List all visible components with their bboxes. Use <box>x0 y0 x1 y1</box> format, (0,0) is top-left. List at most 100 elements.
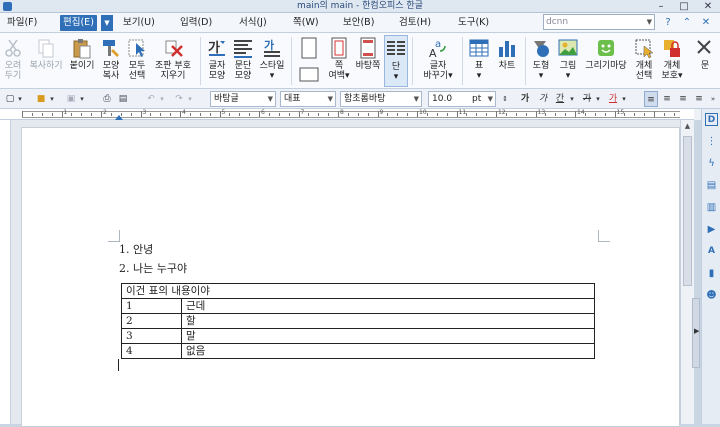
master-page-button[interactable]: 바탕쪽 <box>353 35 383 87</box>
paste-button[interactable]: 붙이기 <box>66 35 98 87</box>
font-size-field[interactable]: 10.0 pt ▼ <box>428 91 496 107</box>
align-justify-icon[interactable]: ≡ <box>644 91 658 107</box>
columns-button[interactable]: 단 ▾ <box>384 35 408 87</box>
open-folder-icon[interactable]: ■ <box>34 91 48 107</box>
undo-dropdown[interactable]: ▾ <box>158 91 166 107</box>
select-all-button[interactable]: 모두 선택 <box>124 35 150 87</box>
object-select-button[interactable]: 개체 선택 <box>630 35 658 87</box>
menu-page[interactable]: 쪽(W) <box>290 15 322 31</box>
table-cell[interactable]: 할 <box>181 313 595 329</box>
redo-icon[interactable]: ↷ <box>172 91 186 107</box>
picture-button[interactable]: 그림 ▾ <box>554 35 582 87</box>
save-dropdown[interactable]: ▾ <box>78 91 86 107</box>
language-select[interactable]: 대표 ▼ <box>280 91 336 107</box>
align-left-icon[interactable]: ≡ <box>660 91 674 107</box>
outline-icon[interactable]: ⋮ <box>705 135 718 148</box>
align-center-icon[interactable]: ≡ <box>676 91 690 107</box>
dictionary-icon[interactable]: D <box>705 113 718 126</box>
style-select[interactable]: 바탕글 ▼ <box>210 91 276 107</box>
close-button[interactable]: ✕ <box>697 0 719 13</box>
save-icon[interactable]: ▣ <box>64 91 78 107</box>
open-dropdown[interactable]: ▾ <box>48 91 56 107</box>
font-color-dropdown[interactable]: ▾ <box>620 91 628 107</box>
menu-security[interactable]: 보안(B) <box>340 15 377 31</box>
ruler-tick <box>51 113 53 116</box>
menu-edit[interactable]: 편집(E) <box>60 15 97 31</box>
menu-file[interactable]: 파일(F) <box>4 15 40 31</box>
char-shape-button[interactable]: 가 글자 모양 <box>204 35 230 87</box>
help-search-box[interactable]: dcnn ▼ <box>543 14 655 30</box>
help-icon[interactable]: ? <box>661 16 675 30</box>
page[interactable] <box>21 127 680 427</box>
shape-button[interactable]: 도형 ▾ <box>528 35 554 87</box>
lightning-icon[interactable]: ϟ <box>705 157 718 170</box>
para-shape-button[interactable]: 문단 모양 <box>230 35 256 87</box>
preview-icon[interactable]: ▤ <box>116 91 130 107</box>
table-cell[interactable]: 말 <box>181 328 595 344</box>
ruler-tick <box>604 113 606 116</box>
minimize-button[interactable]: – <box>650 0 672 13</box>
italic-button[interactable]: 가 <box>536 91 550 107</box>
menu-tools[interactable]: 도구(K) <box>455 15 492 31</box>
toolbar-more-icon[interactable]: » <box>708 91 718 107</box>
undo-icon[interactable]: ↶ <box>144 91 158 107</box>
size-stepper-icon[interactable]: ⇕ <box>500 91 510 107</box>
maximize-button[interactable]: □ <box>673 0 695 13</box>
underline-dropdown[interactable]: ▾ <box>568 91 576 107</box>
style-button[interactable]: 가 스타일 ▾ <box>256 35 288 87</box>
font-select[interactable]: 함초롬바탕 ▼ <box>340 91 422 107</box>
document-table[interactable]: 이건 표의 내용이야 1 근데 2 할 3 말 4 없음 <box>121 283 595 359</box>
menu-review[interactable]: 검토(H) <box>396 15 434 31</box>
strike-button[interactable]: 가 <box>580 91 594 107</box>
page-orientation-button[interactable] <box>295 35 323 87</box>
vertical-scrollbar[interactable]: ▲ <box>680 120 694 424</box>
clear-codes-button[interactable]: 조판 부호 지우기 <box>150 35 196 87</box>
play-icon[interactable]: ▶ <box>705 223 718 236</box>
cut-button[interactable]: 오려 두기 <box>0 35 26 87</box>
scrollbar-thumb[interactable] <box>683 136 692 286</box>
document-list-icon[interactable]: ▤ <box>705 179 718 192</box>
new-doc-icon[interactable]: ▢ <box>4 91 16 107</box>
redo-dropdown[interactable]: ▾ <box>186 91 194 107</box>
print-icon[interactable]: ⎙ <box>100 91 114 107</box>
scroll-up-arrow[interactable]: ▲ <box>681 120 694 132</box>
strike-dropdown[interactable]: ▾ <box>594 91 602 107</box>
table-cell[interactable]: 1 <box>121 298 182 314</box>
side-panel-toggle[interactable]: ▶ <box>692 298 700 368</box>
menu-edit-dropdown[interactable]: ▼ <box>101 15 113 31</box>
table-header-cell[interactable]: 이건 표의 내용이야 <box>121 283 595 299</box>
menu-format[interactable]: 서식(J) <box>236 15 270 31</box>
people-icon[interactable]: ☻ <box>705 289 718 302</box>
page-margin-button[interactable]: 쪽 여백▾ <box>325 35 353 87</box>
vertical-ruler[interactable] <box>0 120 11 424</box>
new-doc-dropdown[interactable]: ▾ <box>16 91 24 107</box>
document-area[interactable] <box>11 120 680 427</box>
bookmark-icon[interactable]: ▮ <box>705 267 718 280</box>
ribbon-up-icon[interactable]: ⌃ <box>680 16 694 30</box>
table-cell[interactable]: 3 <box>121 328 182 344</box>
underline-button[interactable]: 간 <box>552 91 568 107</box>
table-cell[interactable]: 4 <box>121 343 182 359</box>
ruler-tick <box>515 113 517 116</box>
bold-button[interactable]: 가 <box>518 91 532 107</box>
object-protect-button[interactable]: 개체 보호▾ <box>658 35 686 87</box>
font-color-button[interactable]: 가 <box>606 91 620 107</box>
chart-button[interactable]: 차트 <box>493 35 521 87</box>
table-cell[interactable]: 없음 <box>181 343 595 359</box>
text-style-icon[interactable]: A <box>705 245 718 258</box>
horizontal-ruler[interactable]: 1 2 3 4 5 6 7 8 9 10 11 12 13 14 15 <box>0 109 694 120</box>
clipart-button[interactable]: 그리기마당 <box>582 35 630 87</box>
table-button[interactable]: 표 ▾ <box>466 35 492 87</box>
table-cell[interactable]: 근데 <box>181 298 595 314</box>
clipboard-icon[interactable]: ▥ <box>705 201 718 214</box>
doc-close-icon[interactable]: ✕ <box>699 16 713 30</box>
menu-view[interactable]: 보기(U) <box>120 15 158 31</box>
more-button[interactable]: 문 <box>690 35 720 87</box>
menu-input[interactable]: 입력(D) <box>177 15 215 31</box>
table-cell[interactable]: 2 <box>121 313 182 329</box>
ruler-tick <box>199 113 201 116</box>
format-copy-button[interactable]: 모양 복사 <box>98 35 124 87</box>
align-right-icon[interactable]: ≡ <box>692 91 706 107</box>
replace-char-button[interactable]: aA 글자 바꾸기▾ <box>418 35 458 87</box>
copy-button[interactable]: 복사하기 <box>26 35 66 87</box>
